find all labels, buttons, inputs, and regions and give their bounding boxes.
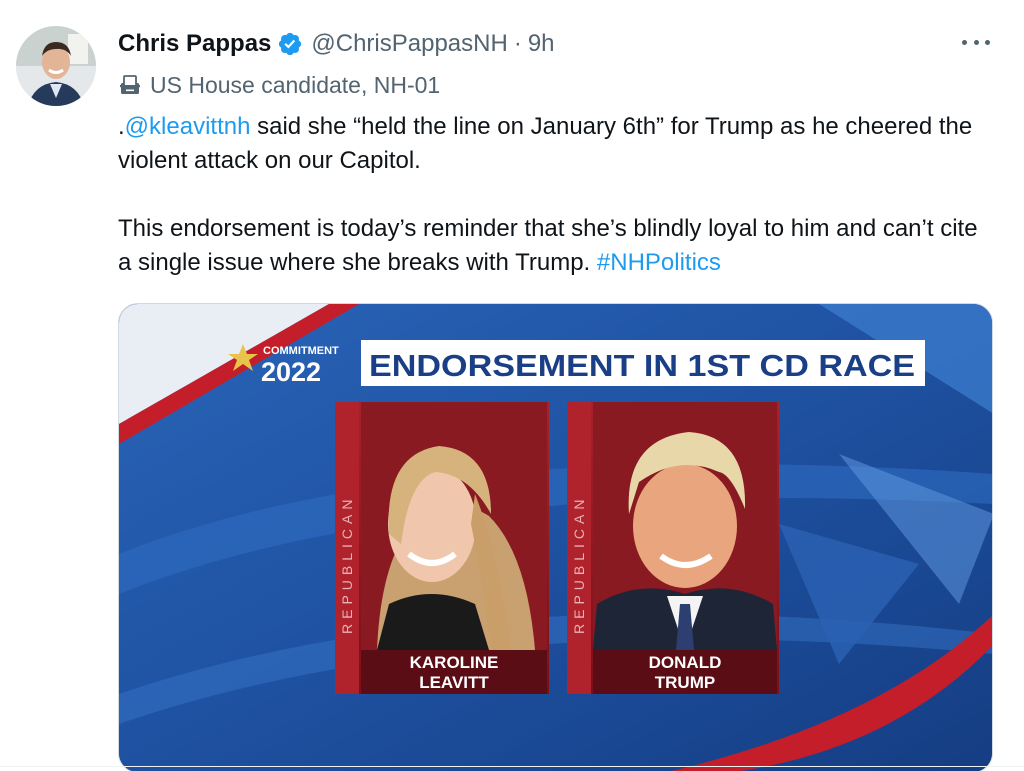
divider — [0, 766, 1024, 767]
timestamp[interactable]: 9h — [528, 30, 555, 58]
paragraph-2-text: This endorsement is today’s reminder tha… — [118, 215, 978, 276]
logo-top: COMMITMENT — [263, 345, 339, 357]
dot — [973, 39, 979, 45]
tweet[interactable]: Chris Pappas @ChrisPappasNH · 9h US Hous… — [0, 0, 1024, 771]
logo-year: 2022 — [261, 357, 321, 387]
account-label: US House candidate, NH-01 — [118, 68, 440, 102]
left-name-1: KAROLINE — [410, 653, 499, 672]
right-party: REPUBLICAN — [571, 495, 587, 634]
dot — [985, 39, 990, 45]
hashtag-link[interactable]: #NHPolitics — [597, 249, 721, 276]
separator: · — [513, 30, 522, 57]
display-name[interactable]: Chris Pappas — [118, 30, 271, 58]
right-name-1: DONALD — [649, 653, 722, 672]
tweet-media[interactable]: ENDORSEMENT IN 1ST CD RACE COMMITMENT 20… — [118, 303, 993, 771]
paragraph-2: This endorsement is today’s reminder tha… — [118, 212, 978, 280]
right-name-2: TRUMP — [655, 673, 715, 692]
more-options-icon[interactable] — [956, 28, 996, 56]
dot — [962, 39, 967, 45]
avatar[interactable] — [16, 26, 96, 106]
avatar-photo — [16, 26, 96, 106]
label-text: US House candidate, NH-01 — [150, 71, 441, 98]
news-graphic: ENDORSEMENT IN 1ST CD RACE COMMITMENT 20… — [119, 304, 992, 771]
handle[interactable]: @ChrisPappasNH — [311, 30, 507, 58]
mention-link[interactable]: @kleavittnh — [125, 113, 251, 140]
text-prefix: . — [118, 113, 125, 140]
leavitt-photo — [361, 402, 547, 650]
verified-badge-icon — [279, 32, 302, 56]
tweet-header: Chris Pappas @ChrisPappasNH · 9h — [118, 26, 555, 62]
ballot-box-icon — [120, 75, 140, 94]
paragraph-1: .@kleavittnh said she “held the line on … — [118, 110, 978, 178]
tweet-text: .@kleavittnh said she “held the line on … — [118, 110, 978, 280]
headline: ENDORSEMENT IN 1ST CD RACE — [369, 348, 915, 383]
trump-photo — [593, 402, 777, 650]
left-party: REPUBLICAN — [339, 495, 355, 634]
left-name-2: LEAVITT — [419, 673, 489, 692]
